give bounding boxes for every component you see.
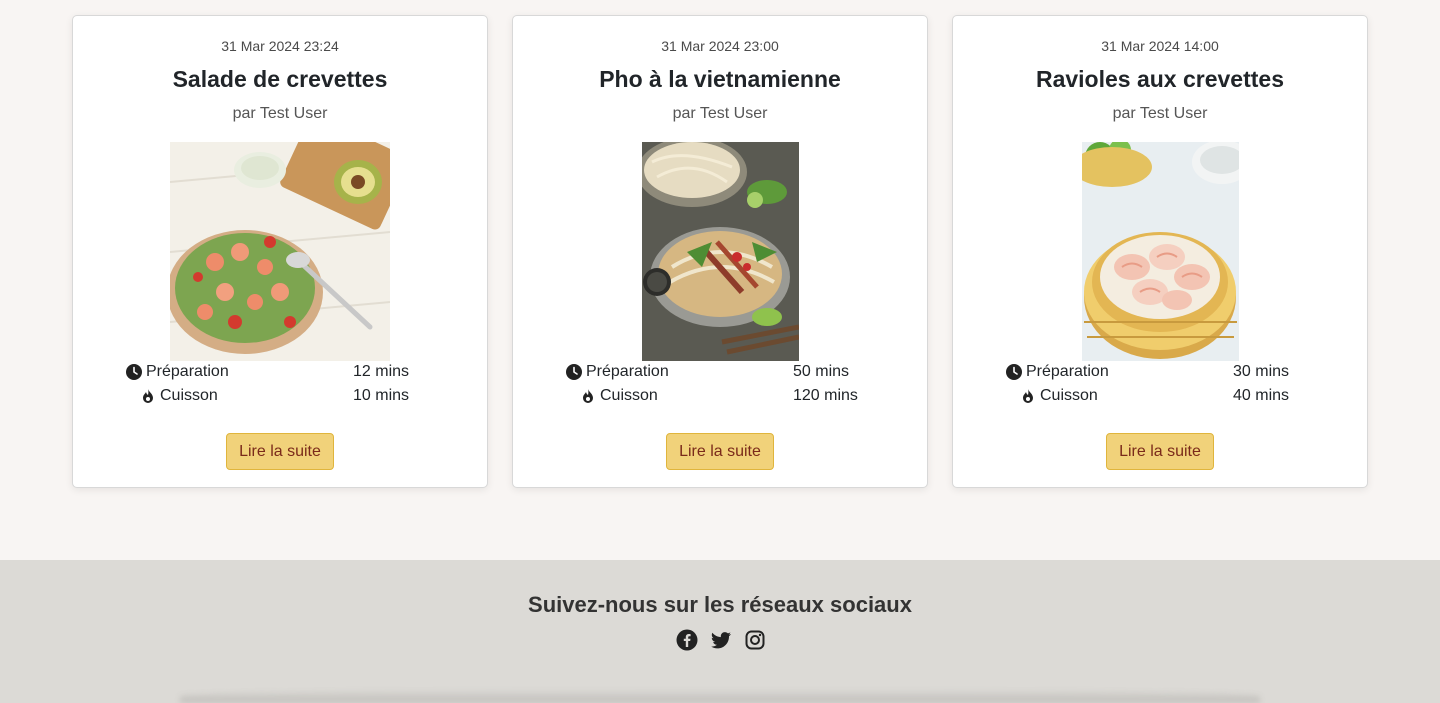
- recipe-image-pho: [642, 142, 799, 361]
- cooking-time: 120 mins: [793, 387, 858, 404]
- preparation-row: Préparation 12 mins: [73, 363, 487, 385]
- preparation-label: Préparation: [586, 363, 669, 380]
- recipe-image-shrimp-dumplings: [1082, 142, 1239, 361]
- recipe-card: 31 Mar 2024 23:24 Salade de crevettes pa…: [72, 15, 488, 488]
- recipe-card: 31 Mar 2024 14:00 Ravioles aux crevettes…: [952, 15, 1368, 488]
- recipe-date: 31 Mar 2024 23:24: [221, 38, 339, 54]
- recipe-author: par Test User: [232, 105, 328, 122]
- cooking-label: Cuisson: [1040, 387, 1098, 404]
- facebook-icon[interactable]: [676, 629, 698, 651]
- flame-icon: [583, 389, 593, 403]
- recipe-author: par Test User: [672, 105, 768, 122]
- twitter-icon[interactable]: [710, 629, 732, 651]
- recipe-card-list: 31 Mar 2024 23:24 Salade de crevettes pa…: [72, 15, 1368, 488]
- flame-icon: [1023, 389, 1033, 403]
- cooking-row: Cuisson 10 mins: [73, 387, 487, 409]
- recipe-image-shrimp-salad: [170, 142, 390, 361]
- read-more-button[interactable]: Lire la suite: [1106, 433, 1214, 470]
- preparation-label: Préparation: [146, 363, 229, 380]
- cooking-time: 10 mins: [353, 387, 410, 404]
- cooking-row: Cuisson 40 mins: [953, 387, 1367, 409]
- recipe-date: 31 Mar 2024 23:00: [661, 38, 779, 54]
- social-links: [676, 629, 766, 651]
- read-more-button[interactable]: Lire la suite: [226, 433, 334, 470]
- footer-title: Suivez-nous sur les réseaux sociaux: [528, 592, 912, 617]
- preparation-time: 30 mins: [1233, 363, 1290, 380]
- clock-icon: [1006, 364, 1022, 380]
- preparation-row: Préparation 30 mins: [953, 363, 1367, 385]
- recipe-title: Pho à la vietnamienne: [599, 66, 841, 92]
- recipe-date: 31 Mar 2024 14:00: [1101, 38, 1219, 54]
- preparation-time: 50 mins: [793, 363, 850, 380]
- recipe-title: Salade de crevettes: [172, 66, 388, 92]
- recipe-title: Ravioles aux crevettes: [1035, 66, 1285, 92]
- cooking-time: 40 mins: [1233, 387, 1290, 404]
- footer-shadow: [180, 689, 1260, 703]
- recipe-author: par Test User: [1112, 105, 1208, 122]
- clock-icon: [126, 364, 142, 380]
- preparation-label: Préparation: [1026, 363, 1109, 380]
- footer: Suivez-nous sur les réseaux sociaux: [0, 560, 1440, 703]
- cooking-label: Cuisson: [160, 387, 218, 404]
- cooking-row: Cuisson 120 mins: [513, 387, 927, 409]
- instagram-icon[interactable]: [744, 629, 766, 651]
- preparation-row: Préparation 50 mins: [513, 363, 927, 385]
- recipe-card: 31 Mar 2024 23:00 Pho à la vietnamienne …: [512, 15, 928, 488]
- cooking-label: Cuisson: [600, 387, 658, 404]
- read-more-button[interactable]: Lire la suite: [666, 433, 774, 470]
- flame-icon: [143, 389, 153, 403]
- clock-icon: [566, 364, 582, 380]
- preparation-time: 12 mins: [353, 363, 410, 380]
